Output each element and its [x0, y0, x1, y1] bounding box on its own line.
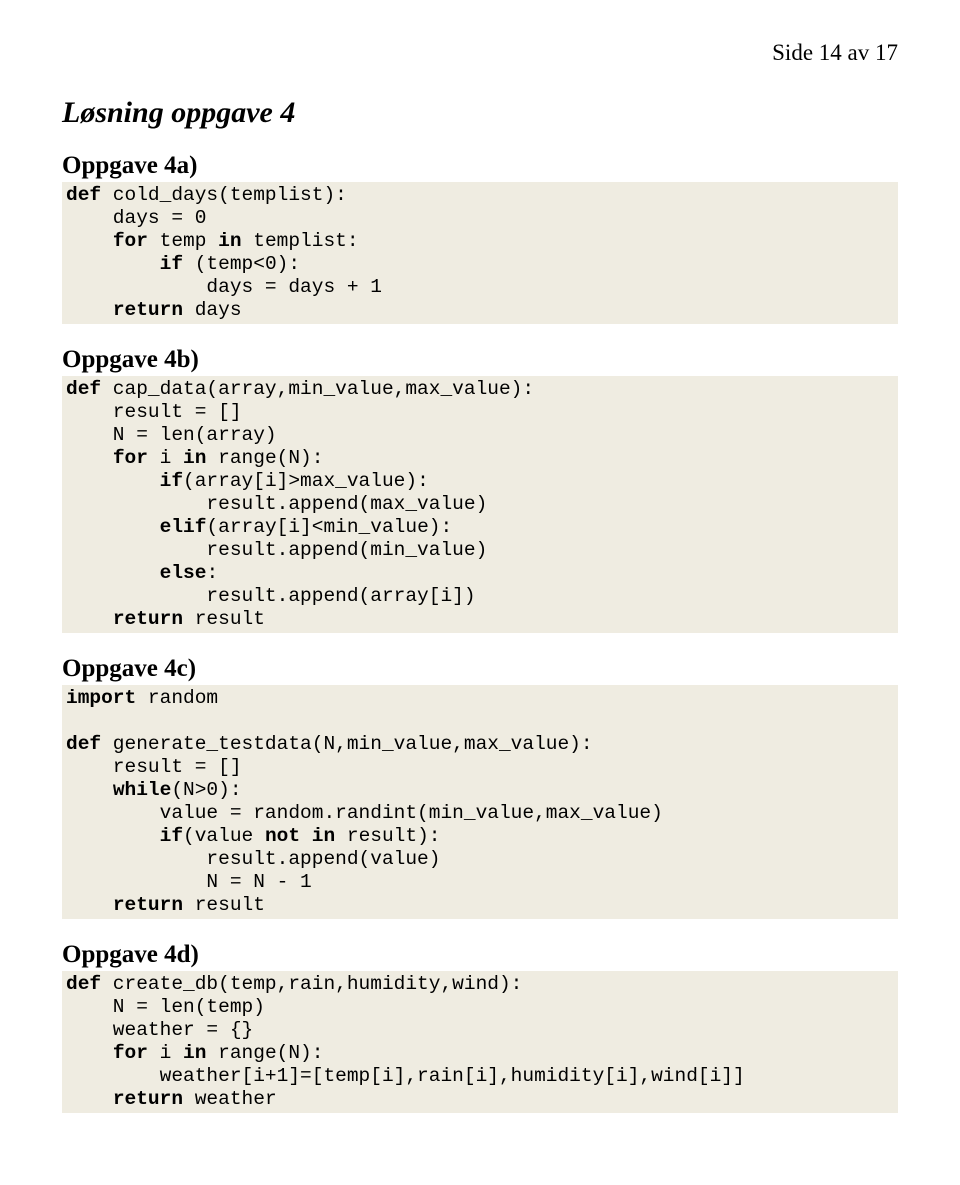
page-number: Side 14 av 17 — [62, 40, 898, 66]
code-block-c: import random def generate_testdata(N,mi… — [62, 685, 898, 919]
part-c-title: Oppgave 4c) — [62, 655, 898, 683]
page: Side 14 av 17 Løsning oppgave 4 Oppgave … — [0, 0, 960, 1161]
code-block-b: def cap_data(array,min_value,max_value):… — [62, 376, 898, 633]
part-b-title: Oppgave 4b) — [62, 346, 898, 374]
part-d-title: Oppgave 4d) — [62, 941, 898, 969]
code-block-a: def cold_days(templist): days = 0 for te… — [62, 182, 898, 324]
section-title: Løsning oppgave 4 — [62, 96, 898, 130]
code-block-d: def create_db(temp,rain,humidity,wind): … — [62, 971, 898, 1113]
part-a-title: Oppgave 4a) — [62, 152, 898, 180]
